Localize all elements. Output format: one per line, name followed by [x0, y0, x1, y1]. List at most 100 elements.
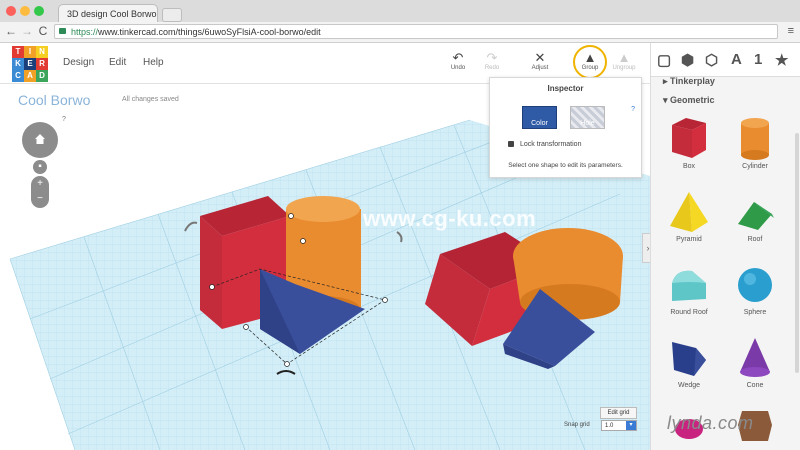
menu-help[interactable]: Help	[143, 57, 164, 68]
section-geometric-label: Geometric	[670, 95, 715, 105]
logo-letter: D	[36, 70, 48, 82]
cone-shape-icon	[740, 338, 770, 377]
color-swatch-button[interactable]: Color	[522, 106, 557, 129]
menu-design[interactable]: Design	[63, 57, 94, 68]
browser-titlebar: 3D design Cool Borwo | Tin	[0, 0, 800, 23]
shape-label: Cone	[746, 382, 764, 389]
shape-label: Pyramid	[676, 236, 702, 243]
shape-box[interactable]: Box	[659, 115, 719, 170]
shapes-panel: ▢ ⬢ ⬡ A 1 ★ ▸ Tinkerplay ▾ Geometric Box…	[650, 43, 800, 450]
inspector-help-icon[interactable]: ?	[631, 106, 635, 113]
logo-letter: R	[36, 58, 48, 70]
ortho-toggle-button[interactable]: ▪	[33, 160, 47, 174]
maximize-window-button[interactable]	[34, 6, 44, 16]
workplane-icon[interactable]: ▢	[657, 51, 671, 69]
logo-letter: K	[12, 58, 24, 70]
roof-shape-icon	[738, 202, 774, 230]
hole-label: Hole	[580, 120, 595, 127]
edit-grid-button[interactable]: Edit grid	[600, 407, 637, 419]
adjust-icon: ✕	[534, 50, 546, 65]
adjust-button[interactable]: ✕ Adjust	[522, 50, 558, 72]
hole-swatch-button[interactable]: Hole	[570, 106, 605, 129]
adjust-label: Adjust	[531, 65, 549, 71]
section-tinkerplay[interactable]: ▸ Tinkerplay	[663, 76, 715, 87]
section-tinkerplay-label: Tinkerplay	[670, 76, 715, 86]
logo-letter: C	[12, 70, 24, 82]
cube-view-icon: ▪	[38, 161, 42, 172]
shape-label: Sphere	[743, 309, 767, 316]
ungroup-icon: ▲	[617, 50, 631, 65]
zoom-in-button[interactable]: +	[31, 176, 49, 191]
watermark-corner: lynda.com	[667, 413, 754, 433]
text-icon[interactable]: A	[731, 51, 742, 68]
chevron-down-icon: ▾	[626, 421, 636, 430]
section-geometric[interactable]: ▾ Geometric	[663, 95, 715, 106]
lock-transformation-label: Lock transformation	[520, 141, 582, 148]
inspector-hint: Select one shape to edit its parameters.	[508, 162, 623, 169]
orbit-control[interactable]	[22, 122, 58, 158]
redo-button[interactable]: ↷ Redo	[474, 50, 510, 72]
shape-pyramid[interactable]: Pyramid	[659, 188, 719, 243]
snap-grid-select[interactable]: 1.0 ▾	[601, 420, 637, 431]
lock-transformation-toggle[interactable]: Lock transformation	[508, 141, 581, 148]
logo-letter: T	[12, 46, 24, 58]
forward-icon[interactable]: →	[20, 24, 34, 38]
ungroup-button[interactable]: ▲ Ungroup	[606, 50, 642, 72]
shape-cylinder[interactable]: Cylinder	[725, 115, 785, 170]
view-help-icon[interactable]: ?	[62, 116, 66, 123]
zoom-out-button[interactable]: −	[31, 191, 49, 206]
save-status: All changes saved	[122, 96, 179, 103]
shape-cone[interactable]: Cone	[725, 334, 785, 389]
browser-menu-icon[interactable]: ≡	[788, 25, 794, 37]
tab-title: 3D design Cool Borwo | Tin	[67, 9, 157, 19]
component-icon[interactable]: ⬡	[705, 51, 718, 69]
wedge-shape-icon	[672, 342, 706, 376]
shape-label: Wedge	[677, 382, 701, 389]
inspector-panel: Inspector Color Hole ? Lock transformati…	[489, 77, 642, 178]
box-shape-icon	[672, 118, 706, 158]
cylinder-shape-icon	[741, 118, 769, 160]
zoom-control: + −	[31, 176, 49, 208]
star-icon[interactable]: ★	[775, 51, 788, 69]
back-icon[interactable]: ←	[4, 24, 18, 38]
reload-icon[interactable]: C	[36, 24, 50, 38]
undo-button[interactable]: ↶ Undo	[440, 50, 476, 72]
design-title[interactable]: Cool Borwo	[18, 92, 90, 108]
address-bar[interactable]: https://www.tinkercad.com/things/6uwoSyF…	[54, 24, 778, 39]
browser-tab[interactable]: 3D design Cool Borwo | Tin	[58, 4, 158, 22]
undo-label: Undo	[450, 65, 466, 71]
shape-round-roof[interactable]: Round Roof	[659, 261, 719, 316]
group-button-highlight	[573, 45, 607, 79]
undo-icon: ↶	[452, 50, 464, 65]
padlock-icon	[508, 141, 514, 148]
browser-toolbar: ← → C https://www.tinkercad.com/things/6…	[0, 22, 800, 43]
snap-grid-value: 1.0	[605, 423, 614, 429]
shape-label: Round Roof	[670, 309, 708, 316]
sphere-shape-icon	[738, 268, 772, 302]
number-icon[interactable]: 1	[754, 51, 762, 68]
lock-icon	[59, 28, 66, 34]
tinkercad-logo[interactable]: TINKERCAD	[12, 46, 48, 82]
home-view-icon[interactable]	[35, 134, 45, 144]
new-tab-button[interactable]	[162, 8, 182, 22]
logo-letter: E	[24, 58, 36, 70]
pyramid-shape-icon	[670, 192, 708, 232]
logo-letter: A	[24, 70, 36, 82]
shape-label: Roof	[747, 236, 763, 243]
close-window-button[interactable]	[6, 6, 16, 16]
redo-label: Redo	[484, 65, 500, 71]
shapes-icon[interactable]: ⬢	[681, 51, 694, 69]
shape-wedge[interactable]: Wedge	[659, 334, 719, 389]
minimize-window-button[interactable]	[20, 6, 30, 16]
shape-label: Cylinder	[742, 163, 768, 170]
logo-letter: I	[24, 46, 36, 58]
panel-scrollbar[interactable]	[795, 133, 799, 373]
menu-edit[interactable]: Edit	[109, 57, 126, 68]
shape-roof[interactable]: Roof	[725, 188, 785, 243]
logo-letter: N	[36, 46, 48, 58]
shape-label: Box	[682, 163, 696, 170]
shape-sphere[interactable]: Sphere	[725, 261, 785, 316]
snap-grid-label: Snap grid	[564, 422, 590, 428]
watermark-center: www.cg-ku.com	[363, 206, 537, 231]
redo-icon: ↷	[486, 50, 498, 65]
